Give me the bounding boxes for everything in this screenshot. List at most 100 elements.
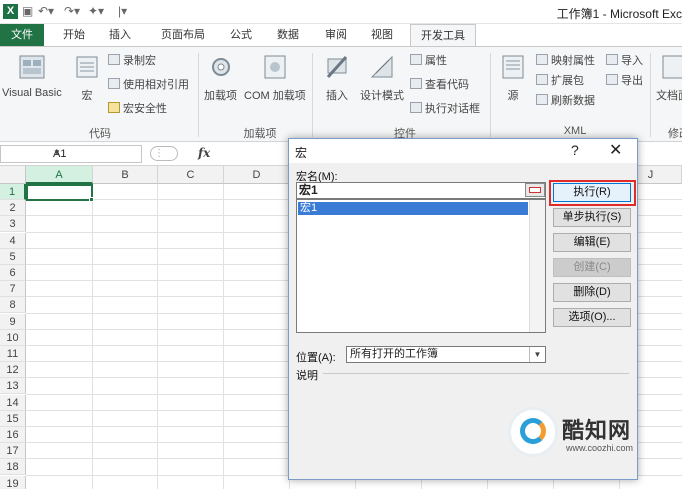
row-header[interactable]: 11 [0, 346, 26, 362]
location-label: 位置(A): [296, 352, 336, 364]
chevron-down-icon[interactable]: ▼ [53, 148, 137, 157]
row-header[interactable]: 6 [0, 265, 26, 281]
customize-icon[interactable]: ✦▾ [88, 4, 104, 19]
document-panel-icon [662, 55, 682, 79]
active-cell[interactable] [26, 184, 93, 201]
row-header[interactable]: 9 [0, 313, 26, 330]
row-header[interactable]: 13 [0, 378, 26, 395]
row-header[interactable]: 4 [0, 232, 26, 249]
run-button[interactable]: 执行(R) [553, 183, 631, 202]
document-panel-button[interactable]: 文档面 [656, 53, 682, 103]
warning-icon [108, 102, 120, 113]
fill-handle[interactable] [89, 197, 94, 202]
description-label: 说明 [296, 370, 318, 382]
redo-icon[interactable]: ↷▾ [64, 4, 80, 19]
refresh-data-button[interactable]: 刷新数据 [536, 93, 595, 109]
undo-icon[interactable]: ↶▾ [38, 4, 54, 19]
tab-view[interactable]: 视图 [362, 24, 402, 46]
column-gridline [92, 184, 93, 489]
name-box[interactable]: A1 ▼ [0, 145, 142, 163]
xml-import-button[interactable]: 导入 [606, 53, 643, 69]
close-icon[interactable]: ✕ [609, 140, 622, 160]
run-dialog-icon [410, 102, 422, 113]
refresh-data-label: 刷新数据 [551, 95, 595, 107]
com-addins-button[interactable]: COM 加载项 [244, 53, 306, 103]
row-header[interactable]: 12 [0, 362, 26, 379]
group-separator [650, 53, 651, 137]
chevron-down-icon[interactable]: ▼ [529, 347, 545, 362]
row-header[interactable]: 18 [0, 459, 26, 476]
run-dialog-label: 执行对话框 [425, 103, 480, 115]
column-header[interactable]: C [158, 166, 224, 184]
row-header[interactable]: 19 [0, 475, 26, 489]
tab-home[interactable]: 开始 [52, 24, 96, 46]
xml-import-label: 导入 [621, 55, 643, 67]
tab-file[interactable]: 文件 [0, 24, 44, 46]
macro-list-item[interactable]: 宏1 [298, 202, 528, 215]
list-scrollbar[interactable] [529, 200, 545, 332]
row-header[interactable]: 17 [0, 443, 26, 460]
quick-access-menu-icon[interactable]: |▾ [118, 4, 127, 19]
row-header[interactable]: 5 [0, 248, 26, 265]
relative-reference-button[interactable]: 使用相对引用 [108, 77, 189, 93]
column-header[interactable]: D [224, 166, 290, 184]
row-header[interactable]: 1 [0, 184, 26, 200]
row-header[interactable]: 7 [0, 281, 26, 298]
options-button[interactable]: 选项(O)... [553, 308, 631, 327]
tab-formulas[interactable]: 公式 [224, 24, 258, 46]
refresh-icon [536, 94, 548, 105]
dialog-title: 宏 [295, 146, 308, 160]
tab-review[interactable]: 审阅 [316, 24, 356, 46]
tab-insert[interactable]: 插入 [100, 24, 140, 46]
row-header[interactable]: 10 [0, 329, 26, 346]
step-into-button[interactable]: 单步执行(S) [553, 208, 631, 227]
window-title: 工作簿1 - Microsoft Exc [556, 7, 682, 21]
location-select[interactable]: 所有打开的工作簿 ▼ [346, 346, 546, 363]
addins-label: 加载项 [204, 90, 237, 102]
save-icon[interactable]: ▣ [22, 4, 33, 19]
properties-label: 属性 [425, 55, 447, 67]
help-icon[interactable]: ? [571, 142, 579, 158]
map-properties-button[interactable]: 映射属性 [536, 53, 595, 69]
watermark-url: www.coozhi.com [566, 443, 634, 453]
column-header[interactable]: B [93, 166, 158, 184]
insert-control-label: 插入 [326, 90, 348, 102]
xml-export-button[interactable]: 导出 [606, 73, 643, 89]
xml-source-label: 源 [507, 90, 519, 102]
formula-bar-toggle-icon[interactable]: ⋮ [150, 146, 178, 161]
function-icon[interactable]: fx [198, 146, 210, 160]
edit-button[interactable]: 编辑(E) [553, 233, 631, 252]
delete-button[interactable]: 删除(D) [553, 283, 631, 302]
row-header[interactable]: 2 [0, 200, 26, 217]
tab-page-layout[interactable]: 页面布局 [144, 24, 222, 46]
description-divider [323, 373, 629, 374]
view-code-button[interactable]: 查看代码 [410, 77, 469, 93]
xml-source-button[interactable]: 源 [498, 53, 528, 103]
row-header[interactable]: 3 [0, 216, 26, 233]
row-header[interactable]: 8 [0, 297, 26, 314]
select-all-corner[interactable] [0, 166, 26, 184]
design-mode-icon [370, 55, 393, 78]
macro-security-button[interactable]: 宏安全性 [108, 101, 167, 117]
insert-control-button[interactable]: 插入 [322, 53, 352, 103]
row-header[interactable]: 16 [0, 427, 26, 443]
run-dialog-button[interactable]: 执行对话框 [410, 101, 480, 117]
row-header[interactable]: 14 [0, 394, 26, 411]
addins-button[interactable]: 加载项 [204, 53, 237, 103]
expansion-packs-button[interactable]: 扩展包 [536, 73, 584, 89]
design-mode-button[interactable]: 设计模式 [360, 53, 404, 103]
macro-list[interactable]: 宏1 [296, 199, 546, 333]
map-properties-icon [536, 54, 548, 65]
macros-button[interactable]: 宏 [72, 53, 102, 103]
row-header[interactable]: 15 [0, 410, 26, 427]
macro-name-input[interactable]: 宏1 [296, 182, 546, 199]
group-separator [490, 53, 491, 137]
properties-button[interactable]: 属性 [410, 53, 447, 69]
range-picker-icon[interactable] [525, 183, 545, 197]
record-macro-icon [108, 54, 120, 65]
tab-developer[interactable]: 开发工具 [410, 24, 476, 47]
record-macro-button[interactable]: 录制宏 [108, 53, 156, 69]
column-header[interactable]: A [26, 166, 93, 184]
visual-basic-button[interactable]: Visual Basic [2, 53, 62, 99]
tab-data[interactable]: 数据 [268, 24, 308, 46]
